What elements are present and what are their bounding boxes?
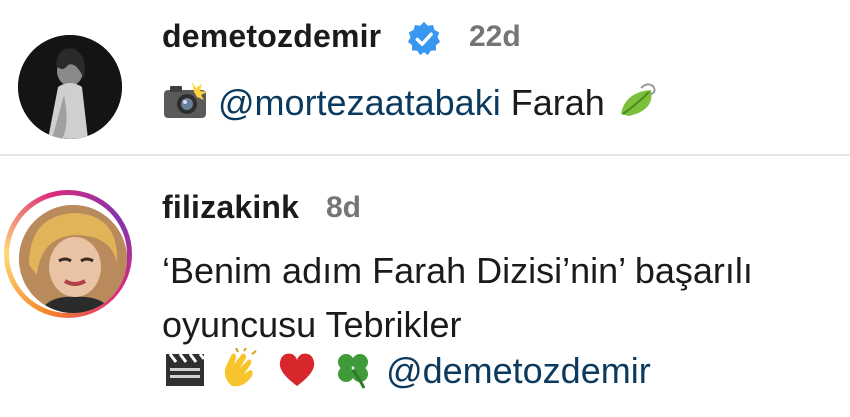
camera-flash-icon: [164, 82, 207, 119]
comment-text-line: oyuncusu Tebrikler: [162, 304, 462, 345]
clapper-board-icon: [166, 353, 206, 387]
avatar[interactable]: [18, 35, 122, 139]
username[interactable]: demetozdemir: [162, 18, 381, 55]
avatar[interactable]: [19, 205, 127, 313]
timestamp: 8d: [326, 191, 362, 224]
comment-text-line: ‘Benim adım Farah Dizisi’nin’ başarılı: [162, 250, 753, 291]
comment-body-text: Farah: [510, 82, 605, 123]
comment-emoji-line: @demetozdemir: [162, 348, 651, 394]
comment-item: demetozdemir 22d @mortezaatabaki Farah: [0, 0, 850, 155]
story-ring[interactable]: [4, 190, 132, 318]
verified-badge-icon: [407, 21, 441, 56]
mention-link[interactable]: @demetozdemir: [386, 350, 651, 391]
mention-link[interactable]: @mortezaatabaki: [218, 82, 501, 123]
red-heart-icon: [279, 354, 315, 387]
comment-text: @mortezaatabaki Farah: [162, 82, 661, 126]
timestamp: 22d: [469, 20, 521, 53]
four-leaf-clover-icon: [338, 354, 369, 390]
leaf-icon: [620, 83, 656, 117]
comment-item: filizakink 8d ‘Benim adım Farah Dizisi’n…: [0, 156, 850, 417]
clapping-hands-icon: [224, 348, 257, 387]
username[interactable]: filizakink: [162, 189, 299, 226]
